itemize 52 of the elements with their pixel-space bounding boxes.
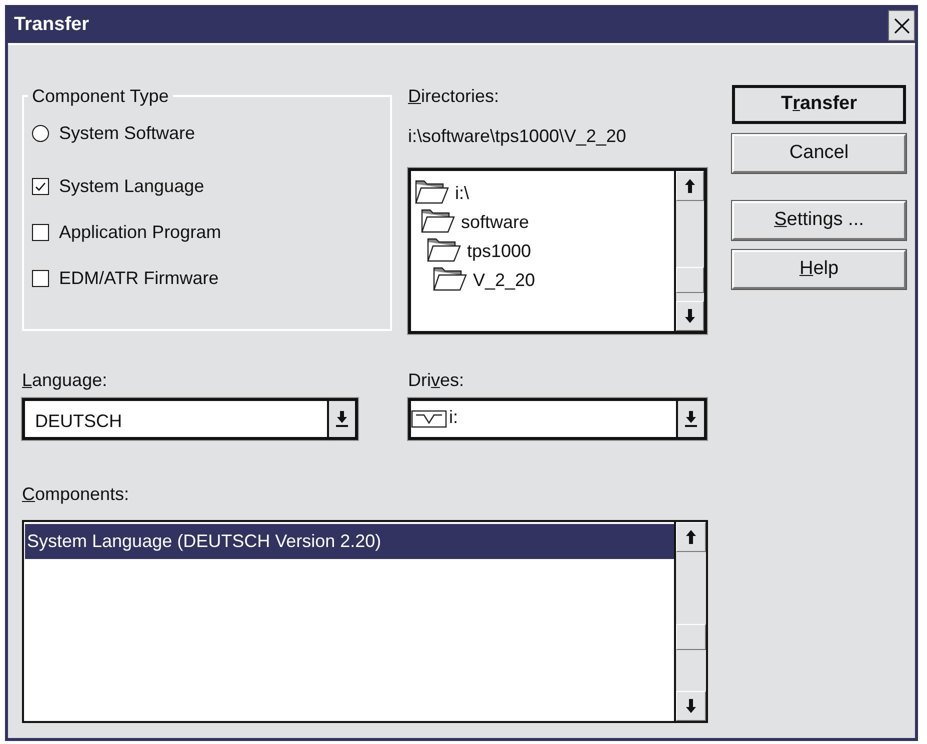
folder-label[interactable]: V_2_20: [473, 269, 536, 291]
scroll-up-button[interactable]: [676, 171, 704, 201]
group-title: Component Type: [31, 85, 170, 107]
down-arrow-icon: [685, 698, 697, 714]
push-button[interactable]: Settings ...: [732, 201, 906, 240]
directory-list[interactable]: i:\ software tps1000 V_2_20: [408, 168, 707, 334]
dropdown[interactable]: DEUTSCH: [22, 398, 358, 440]
folder-label[interactable]: tps1000: [467, 240, 532, 262]
folder-icon: [415, 180, 449, 204]
close-button[interactable]: [888, 10, 915, 41]
field-label: Language:: [22, 369, 108, 391]
dropdown[interactable]: i:: [408, 398, 707, 440]
down-arrow-icon: [335, 410, 349, 428]
checkbox[interactable]: [32, 270, 49, 286]
checkbox[interactable]: [32, 178, 49, 194]
window-title: Transfer: [14, 13, 89, 38]
up-arrow-icon: [685, 529, 697, 545]
up-arrow-icon: [684, 178, 696, 194]
dropdown-button[interactable]: [676, 401, 704, 437]
field-label: Directories:: [408, 85, 500, 107]
folder-icon: [427, 238, 461, 262]
dropdown-button[interactable]: [327, 401, 355, 437]
scroll-thumb[interactable]: [676, 624, 706, 650]
checkbox-label: Application Program: [59, 221, 222, 243]
components-list[interactable]: System Language (DEUTSCH Version 2.20): [22, 520, 708, 723]
radio-button[interactable]: [32, 124, 49, 142]
check-icon: [35, 182, 46, 190]
folder-label[interactable]: i:\: [455, 182, 470, 204]
dropdown-value: i:: [448, 406, 459, 429]
push-button[interactable]: Cancel: [732, 134, 906, 173]
close-icon: [892, 16, 910, 34]
field-label: Components:: [22, 483, 130, 505]
push-button[interactable]: Help: [732, 250, 906, 289]
folder-icon: [433, 267, 467, 291]
drive-icon: [411, 409, 447, 429]
folder-icon: [421, 209, 455, 233]
list-item[interactable]: System Language (DEUTSCH Version 2.20): [25, 524, 674, 559]
checkbox-label: EDM/ATR Firmware: [59, 267, 219, 289]
scroll-thumb[interactable]: [676, 267, 704, 293]
down-arrow-icon: [684, 308, 696, 324]
down-arrow-icon: [684, 410, 698, 428]
dropdown-value: DEUTSCH: [34, 410, 124, 432]
radio-label: System Software: [59, 122, 196, 144]
scroll-down-button[interactable]: [676, 301, 704, 331]
default-button[interactable]: Transfer: [732, 85, 906, 124]
directory-path: i:\software\tps1000\V_2_20: [408, 125, 628, 147]
field-label: Drives:: [408, 369, 466, 391]
checkbox-label: System Language: [59, 175, 204, 197]
folder-label[interactable]: software: [461, 211, 530, 233]
checkbox[interactable]: [32, 224, 49, 240]
scroll-up-button[interactable]: [676, 522, 706, 552]
scroll-down-button[interactable]: [676, 691, 706, 721]
